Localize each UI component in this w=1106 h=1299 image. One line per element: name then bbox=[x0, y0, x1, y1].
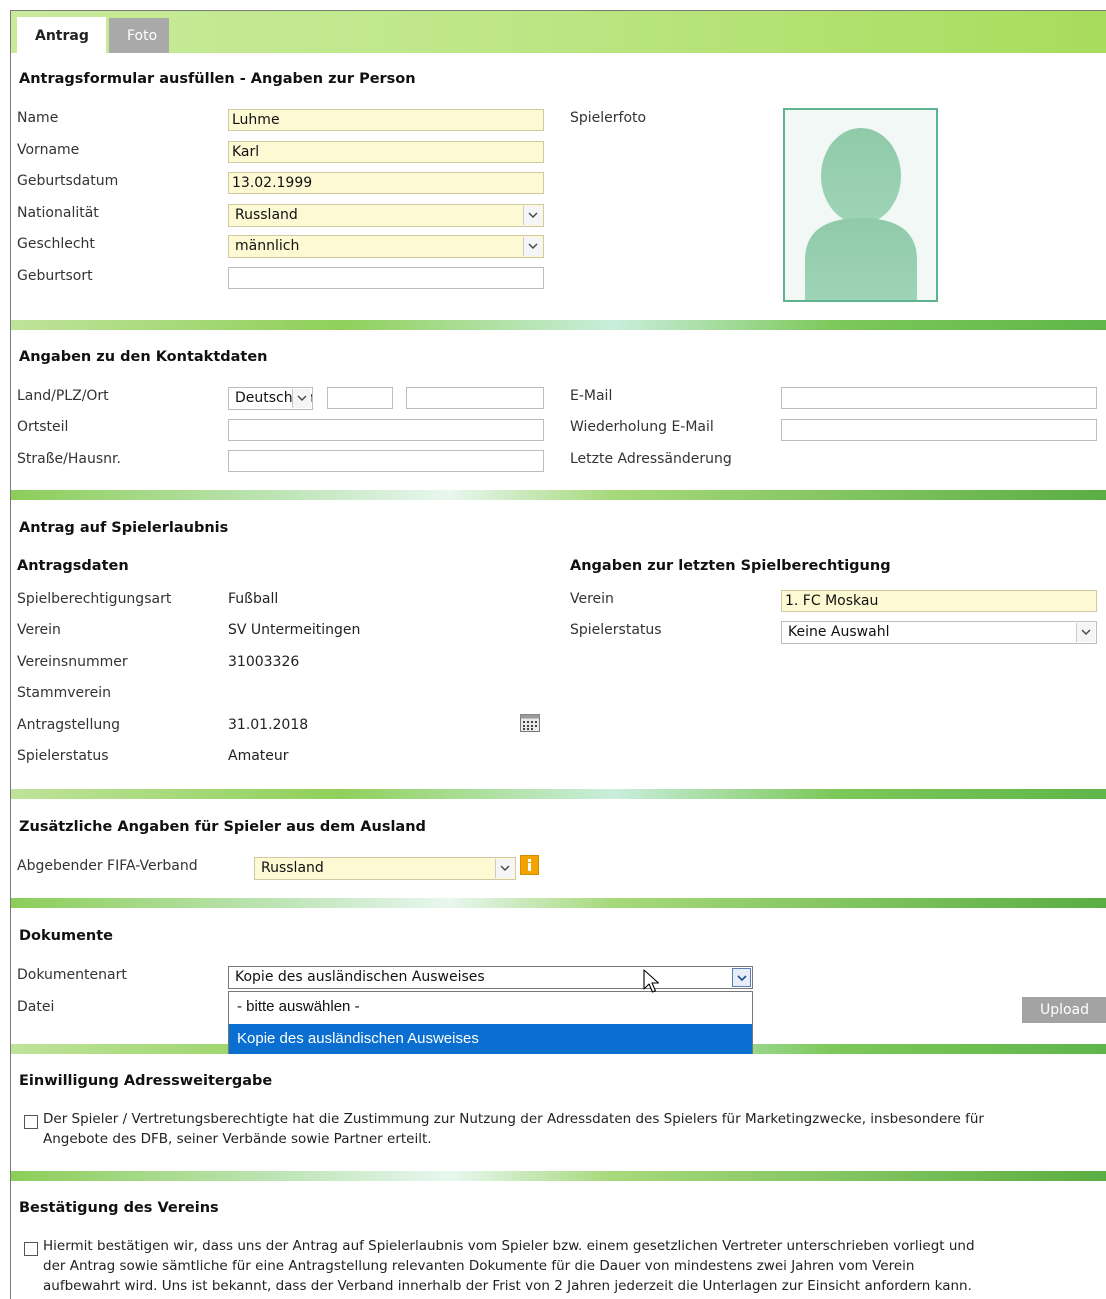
geburtsort-label: Geburtsort bbox=[17, 268, 93, 284]
email-label: E-Mail bbox=[570, 388, 613, 404]
tab-antrag[interactable]: Antrag bbox=[17, 17, 106, 53]
antragstellung-value: 31.01.2018 bbox=[228, 717, 309, 733]
vorname-input[interactable] bbox=[228, 141, 544, 163]
player-photo-placeholder[interactable] bbox=[783, 108, 938, 302]
section-heading-bestaetigung: Bestätigung des Vereins bbox=[19, 1200, 219, 1216]
vereinsnummer-label: Vereinsnummer bbox=[17, 654, 128, 670]
section-heading-dokumente: Dokumente bbox=[19, 928, 113, 944]
letzte-verein-label: Verein bbox=[570, 591, 614, 607]
chevron-down-icon[interactable] bbox=[523, 206, 542, 225]
chevron-down-icon[interactable] bbox=[732, 968, 751, 987]
section-heading-antrag: Antrag auf Spielerlaubnis bbox=[19, 520, 229, 536]
tab-foto[interactable]: Foto bbox=[109, 18, 169, 53]
chevron-down-icon[interactable] bbox=[523, 237, 542, 256]
vorname-label: Vorname bbox=[17, 142, 80, 158]
land-select[interactable]: Deutschland bbox=[228, 387, 313, 410]
application-form-frame: Antrag Foto Antragsformular ausfüllen - … bbox=[10, 10, 1106, 1299]
spielberechtigungsart-label: Spielberechtigungsart bbox=[17, 591, 172, 607]
nationalitaet-label: Nationalität bbox=[17, 205, 99, 221]
adressaenderung-label: Letzte Adressänderung bbox=[570, 451, 732, 467]
fifa-verband-value: Russland bbox=[261, 860, 324, 876]
spielerstatus-label: Spielerstatus bbox=[17, 748, 109, 764]
section-heading-ausland: Zusätzliche Angaben für Spieler aus dem … bbox=[19, 819, 426, 835]
section-divider bbox=[11, 789, 1106, 799]
calendar-icon[interactable] bbox=[520, 714, 540, 732]
email-repeat-input[interactable] bbox=[781, 419, 1097, 441]
strasse-input[interactable] bbox=[228, 450, 544, 472]
geburtsdatum-label: Geburtsdatum bbox=[17, 173, 119, 189]
einwilligung-text-line: Angebote des DFB, seiner Verbände sowie … bbox=[43, 1131, 432, 1147]
spielberechtigungsart-value: Fußball bbox=[228, 591, 279, 607]
ortsteil-label: Ortsteil bbox=[17, 419, 69, 435]
ort-input[interactable] bbox=[406, 387, 544, 409]
land-plz-ort-label: Land/PLZ/Ort bbox=[17, 388, 109, 404]
section-divider bbox=[11, 320, 1106, 330]
datei-label: Datei bbox=[17, 999, 55, 1015]
antragstellung-label: Antragstellung bbox=[17, 717, 120, 733]
einwilligung-checkbox[interactable] bbox=[24, 1115, 38, 1129]
dropdown-option-selected[interactable]: Kopie des ausländischen Ausweises bbox=[229, 1024, 752, 1054]
dropdown-option[interactable]: - bitte auswählen - bbox=[229, 992, 752, 1022]
geschlecht-label: Geschlecht bbox=[17, 236, 95, 252]
einwilligung-text-line: Der Spieler / Vertretungsberechtigte hat… bbox=[43, 1111, 984, 1127]
person-silhouette-icon bbox=[805, 128, 917, 300]
mouse-cursor-icon bbox=[643, 969, 660, 993]
section-heading-person: Antragsformular ausfüllen - Angaben zur … bbox=[19, 71, 416, 87]
spielerstatus-value: Amateur bbox=[228, 748, 289, 764]
ortsteil-input[interactable] bbox=[228, 419, 544, 441]
geburtsort-input[interactable] bbox=[228, 267, 544, 289]
bestaetigung-checkbox[interactable] bbox=[24, 1242, 38, 1256]
bestaetigung-text-line: Hiermit bestätigen wir, dass uns der Ant… bbox=[43, 1238, 975, 1254]
antragsdaten-heading: Antragsdaten bbox=[17, 558, 129, 574]
geburtsdatum-input[interactable] bbox=[228, 172, 544, 194]
section-divider bbox=[11, 898, 1106, 908]
nationalitaet-value: Russland bbox=[235, 207, 298, 223]
bestaetigung-text-line: aufbewahrt wird. Uns ist bekannt, dass d… bbox=[43, 1278, 972, 1294]
letzte-spielerstatus-select[interactable]: Keine Auswahl bbox=[781, 621, 1097, 644]
verein-label: Verein bbox=[17, 622, 61, 638]
tab-bar: Antrag Foto bbox=[11, 11, 1106, 53]
plz-input[interactable] bbox=[327, 387, 393, 409]
spielerfoto-label: Spielerfoto bbox=[570, 110, 647, 126]
section-heading-kontakt: Angaben zu den Kontaktdaten bbox=[19, 349, 268, 365]
chevron-down-icon[interactable] bbox=[495, 859, 514, 878]
fifa-verband-select[interactable]: Russland bbox=[254, 857, 516, 880]
section-divider bbox=[11, 1171, 1106, 1181]
verein-value: SV Untermeitingen bbox=[228, 622, 361, 638]
info-icon[interactable] bbox=[520, 855, 539, 875]
geschlecht-value: männlich bbox=[235, 238, 300, 254]
dokumentenart-value: Kopie des ausländischen Ausweises bbox=[235, 969, 485, 985]
name-label: Name bbox=[17, 110, 59, 126]
section-heading-einwilligung: Einwilligung Adressweitergabe bbox=[19, 1073, 273, 1089]
letzte-verein-input[interactable] bbox=[781, 590, 1097, 612]
stammverein-label: Stammverein bbox=[17, 685, 111, 701]
dokumentenart-select[interactable]: Kopie des ausländischen Ausweises bbox=[228, 966, 753, 989]
letzte-spielerstatus-label: Spielerstatus bbox=[570, 622, 662, 638]
chevron-down-icon[interactable] bbox=[1076, 623, 1095, 642]
nationalitaet-select[interactable]: Russland bbox=[228, 204, 544, 227]
vereinsnummer-value: 31003326 bbox=[228, 654, 300, 670]
name-input[interactable] bbox=[228, 109, 544, 131]
letzte-spielberechtigung-heading: Angaben zur letzten Spielberechtigung bbox=[570, 558, 891, 574]
dokumentenart-dropdown-list: - bitte auswählen - Kopie des ausländisc… bbox=[228, 991, 753, 1054]
dokumentenart-label: Dokumentenart bbox=[17, 967, 127, 983]
bestaetigung-text-line: der Antrag sowie sämtliche für eine Antr… bbox=[43, 1258, 915, 1274]
section-divider bbox=[11, 490, 1106, 500]
strasse-label: Straße/Hausnr. bbox=[17, 451, 121, 467]
upload-button[interactable]: Upload bbox=[1022, 997, 1106, 1023]
letzte-spielerstatus-value: Keine Auswahl bbox=[788, 624, 890, 640]
email-repeat-label: Wiederholung E-Mail bbox=[570, 419, 714, 435]
email-input[interactable] bbox=[781, 387, 1097, 409]
geschlecht-select[interactable]: männlich bbox=[228, 235, 544, 258]
fifa-verband-label: Abgebender FIFA-Verband bbox=[17, 858, 198, 874]
chevron-down-icon[interactable] bbox=[292, 389, 311, 408]
